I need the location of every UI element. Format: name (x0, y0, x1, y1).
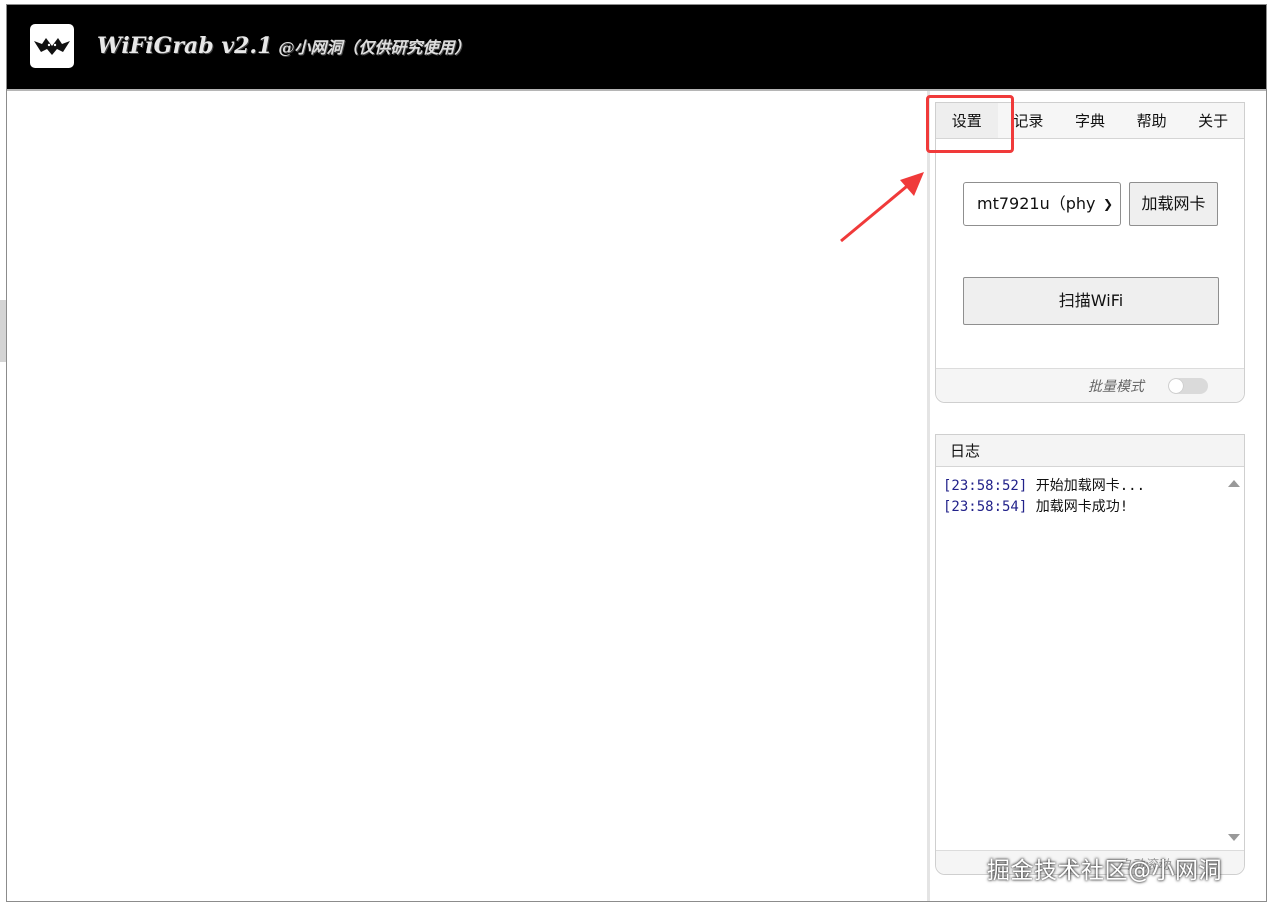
log-entry: [23:58:54] 加载网卡成功! (943, 497, 1244, 518)
bat-logo-icon (30, 24, 74, 68)
main-content-area[interactable] (7, 91, 926, 901)
left-edge-handle[interactable] (0, 300, 6, 362)
annotation-highlight-box (926, 95, 1014, 153)
log-message: 加载网卡成功! (1035, 499, 1129, 515)
tab-about[interactable]: 关于 (1182, 103, 1244, 138)
title-bar: WiFiGrab v2.1 @小网洞（仅供研究使用） (7, 5, 1266, 89)
tab-help[interactable]: 帮助 (1121, 103, 1183, 138)
log-message: 开始加载网卡... (1035, 478, 1146, 494)
log-panel: 日志 [23:58:52] 开始加载网卡... [23:58:54] 加载网卡成… (935, 434, 1245, 875)
log-entry: [23:58:52] 开始加载网卡... (943, 476, 1244, 497)
toggle-knob (1169, 379, 1183, 393)
scroll-down-arrow-icon[interactable] (1228, 834, 1240, 841)
app-subtitle: @小网洞（仅供研究使用） (278, 38, 471, 57)
watermark-text: 掘金技术社区@小网洞 (987, 858, 1222, 884)
load-adapter-button[interactable]: 加载网卡 (1129, 182, 1218, 226)
tab-dictionary[interactable]: 字典 (1059, 103, 1121, 138)
batch-mode-label: 批量模式 (1088, 379, 1144, 395)
panel-footer: 批量模式 (936, 368, 1244, 402)
log-timestamp: [23:58:52] (943, 478, 1028, 494)
annotation-arrow-icon (840, 172, 924, 243)
app-title: WiFiGrab v2.1 @小网洞（仅供研究使用） (97, 33, 470, 59)
adapter-select-value: mt7921u（phy (977, 194, 1096, 213)
scan-wifi-button[interactable]: 扫描WiFi (963, 277, 1219, 325)
chevron-down-icon: ❯ (1102, 197, 1113, 211)
log-output[interactable]: [23:58:52] 开始加载网卡... [23:58:54] 加载网卡成功! (936, 467, 1244, 852)
scroll-up-arrow-icon[interactable] (1228, 480, 1240, 487)
batch-mode-toggle[interactable] (1168, 378, 1208, 394)
log-title: 日志 (936, 435, 1244, 467)
adapter-select[interactable]: mt7921u（phy ❯ (963, 182, 1121, 226)
log-timestamp: [23:58:54] (943, 499, 1028, 515)
app-name: WiFiGrab v2.1 (97, 33, 273, 59)
